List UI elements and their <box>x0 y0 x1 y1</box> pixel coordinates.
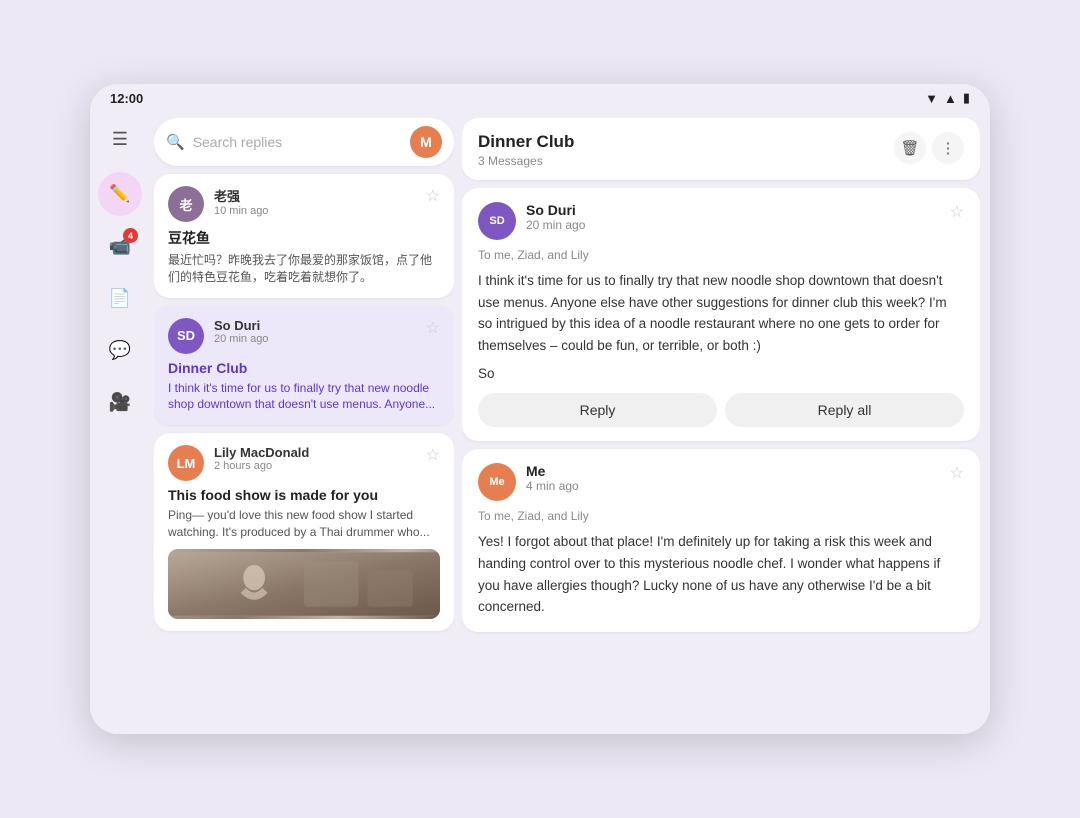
email-message-card-2: Me Me 4 min ago ☆ To me, Ziad, and Lily … <box>462 449 980 631</box>
user-avatar[interactable]: M <box>410 126 442 158</box>
email-msg-info-2: Me 4 min ago <box>526 463 940 493</box>
message-card-1[interactable]: 老 老强 10 min ago ☆ 豆花鱼 最近忙吗？昨晚我去了你最爱的那家饭馆… <box>154 174 454 298</box>
msg-info-1: 老强 10 min ago <box>214 186 416 217</box>
message-image-preview <box>168 549 440 619</box>
star-1[interactable]: ☆ <box>426 186 440 206</box>
msg-sender-3: Lily MacDonald <box>214 445 416 460</box>
email-msg-info-1: So Duri 20 min ago <box>526 202 940 232</box>
email-header-actions: 🗑 ⋮ <box>894 132 964 164</box>
battery-icon: ▮ <box>963 90 970 106</box>
status-time: 12:00 <box>110 91 143 106</box>
reply-button[interactable]: Reply <box>478 393 717 427</box>
reply-all-button[interactable]: Reply all <box>725 393 964 427</box>
email-count: 3 Messages <box>478 154 574 168</box>
preview-image-svg <box>168 549 440 619</box>
email-avatar-1: SD <box>478 202 516 240</box>
msg-time-1: 10 min ago <box>214 205 416 217</box>
star-2[interactable]: ☆ <box>426 318 440 338</box>
status-icons: ▼ ▲ ▮ <box>925 90 970 106</box>
sidebar-item-chat[interactable]: 💬 <box>98 328 142 372</box>
email-title: Dinner Club <box>478 132 574 152</box>
msg-info-2: So Duri 20 min ago <box>214 318 416 345</box>
avatar-msg1: 老 <box>168 186 204 222</box>
delete-button[interactable]: 🗑 <box>894 132 926 164</box>
sidebar: ☰ ✏️ 📹 4 📄 💬 🎥 <box>90 110 150 734</box>
wifi-icon: ▼ <box>925 91 938 106</box>
msg-subject-2: Dinner Club <box>168 360 440 376</box>
main-content: 🔍 Search replies M 老 老强 10 min ago ☆ <box>150 110 990 734</box>
msg-preview-1: 最近忙吗？昨晚我去了你最爱的那家饭馆，点了他们的特色豆花鱼，吃着吃着就想你了。 <box>168 252 440 286</box>
app-body: ☰ ✏️ 📹 4 📄 💬 🎥 <box>90 110 990 734</box>
msg-time-3: 2 hours ago <box>214 460 416 472</box>
msg-preview-2: I think it's time for us to finally try … <box>168 380 440 414</box>
email-to-2: To me, Ziad, and Lily <box>478 509 964 523</box>
msg-sender-2: So Duri <box>214 318 416 333</box>
star-3[interactable]: ☆ <box>426 445 440 465</box>
reply-actions: Reply Reply all <box>478 393 964 427</box>
signal-icon: ▲ <box>944 91 957 106</box>
status-bar: 12:00 ▼ ▲ ▮ <box>90 84 990 110</box>
email-messages-scroll: SD So Duri 20 min ago ☆ To me, Ziad, and… <box>462 188 980 724</box>
video-badge: 4 <box>123 228 138 243</box>
sidebar-item-compose[interactable]: ✏️ <box>98 172 142 216</box>
msg-subject-3: This food show is made for you <box>168 487 440 503</box>
email-message-card-1: SD So Duri 20 min ago ☆ To me, Ziad, and… <box>462 188 980 441</box>
sidebar-item-meet[interactable]: 🎥 <box>98 380 142 424</box>
message-list-panel: 🔍 Search replies M 老 老强 10 min ago ☆ <box>154 118 454 724</box>
msg-sender-1: 老强 <box>214 186 416 205</box>
email-body-1: I think it's time for us to finally try … <box>478 270 964 356</box>
sidebar-item-notes[interactable]: 📄 <box>98 276 142 320</box>
email-to-1: To me, Ziad, and Lily <box>478 248 964 262</box>
email-sender-2: Me <box>526 463 940 479</box>
search-placeholder: Search replies <box>193 134 402 150</box>
more-options-button[interactable]: ⋮ <box>932 132 964 164</box>
email-header-card: Dinner Club 3 Messages 🗑 ⋮ <box>462 118 980 180</box>
email-star-2[interactable]: ☆ <box>950 463 964 483</box>
msg-subject-1: 豆花鱼 <box>168 228 440 248</box>
sidebar-item-video[interactable]: 📹 4 <box>98 224 142 268</box>
email-star-1[interactable]: ☆ <box>950 202 964 222</box>
message-card-2[interactable]: SD So Duri 20 min ago ☆ Dinner Club I th… <box>154 306 454 426</box>
email-sign-1: So <box>478 366 964 381</box>
message-card-3[interactable]: LM Lily MacDonald 2 hours ago ☆ This foo… <box>154 433 454 631</box>
email-detail-panel: Dinner Club 3 Messages 🗑 ⋮ <box>462 118 980 724</box>
search-icon: 🔍 <box>166 133 185 151</box>
email-time-1: 20 min ago <box>526 218 940 232</box>
email-avatar-2: Me <box>478 463 516 501</box>
email-body-2: Yes! I forgot about that place! I'm defi… <box>478 531 964 617</box>
avatar-msg2: SD <box>168 318 204 354</box>
msg-preview-3: Ping— you'd love this new food show I st… <box>168 507 440 541</box>
device-frame: 12:00 ▼ ▲ ▮ ☰ ✏️ 📹 4 📄 💬 <box>90 84 990 734</box>
msg-info-3: Lily MacDonald 2 hours ago <box>214 445 416 472</box>
search-bar[interactable]: 🔍 Search replies M <box>154 118 454 166</box>
email-time-2: 4 min ago <box>526 479 940 493</box>
email-sender-1: So Duri <box>526 202 940 218</box>
msg-time-2: 20 min ago <box>214 333 416 345</box>
avatar-msg3: LM <box>168 445 204 481</box>
menu-icon[interactable]: ☰ <box>101 120 139 158</box>
